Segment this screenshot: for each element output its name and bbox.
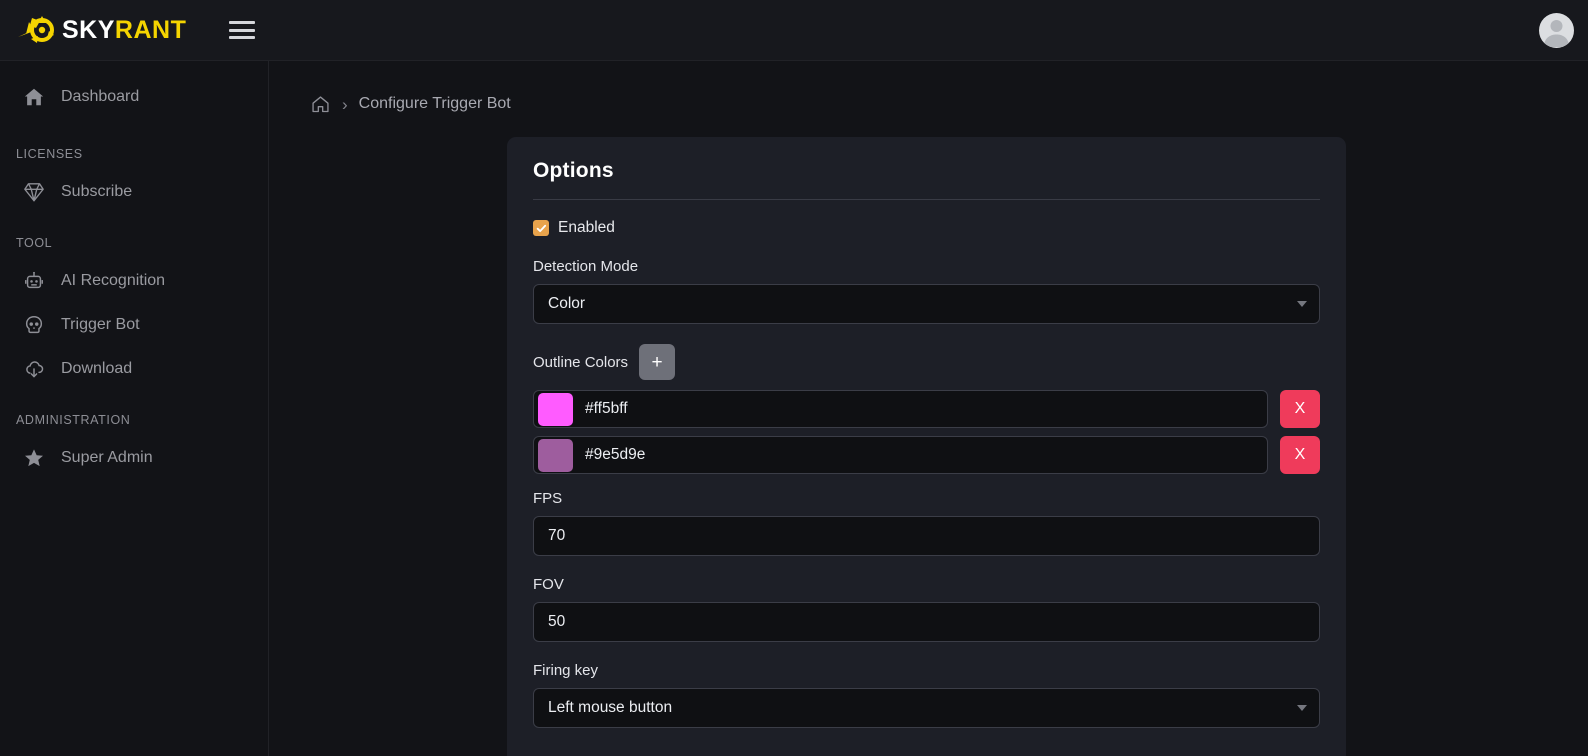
app-root: SKYRANT Dashboard LICENSES — [0, 0, 1588, 756]
sidebar-item-label: Dashboard — [61, 89, 139, 105]
fps-field: FPS 70 — [533, 490, 1320, 556]
check-icon — [536, 223, 547, 234]
sidebar: Dashboard LICENSES Subscribe TOOL — [0, 61, 269, 756]
sidebar-item-label: Download — [61, 361, 132, 377]
outline-colors-list: #ff5bff X #9e5d9e X — [533, 390, 1320, 474]
breadcrumb-separator: › — [342, 96, 348, 113]
avatar[interactable] — [1539, 13, 1574, 48]
sidebar-item-dashboard[interactable]: Dashboard — [0, 75, 268, 119]
add-color-button[interactable]: + — [639, 344, 675, 380]
color-swatch[interactable] — [538, 439, 573, 472]
page-title: Options — [533, 159, 1320, 199]
firing-key-value: Left mouse button — [548, 699, 672, 717]
sidebar-item-subscribe[interactable]: Subscribe — [0, 170, 268, 214]
brand-name-first: SKY — [62, 16, 115, 44]
enabled-checkbox[interactable] — [533, 220, 549, 236]
detection-mode-value: Color — [548, 295, 585, 313]
chevron-down-icon — [1297, 705, 1307, 711]
fov-label: FOV — [533, 576, 1320, 593]
main-content: › Configure Trigger Bot Options Enabled … — [270, 61, 1588, 756]
fps-value: 70 — [548, 527, 565, 545]
options-card: Options Enabled Detection Mode Color Ou — [507, 137, 1346, 756]
firing-key-label: Firing key — [533, 662, 1320, 679]
sidebar-section-licenses: LICENSES — [0, 147, 268, 161]
sidebar-item-label: Trigger Bot — [61, 317, 140, 333]
top-bar: SKYRANT — [0, 0, 1588, 61]
sidebar-section-administration: ADMINISTRATION — [0, 413, 268, 427]
sidebar-item-label: Subscribe — [61, 184, 132, 200]
sidebar-item-label: Super Admin — [61, 450, 153, 466]
color-input-wrapper[interactable]: #9e5d9e — [533, 436, 1268, 474]
detection-mode-label: Detection Mode — [533, 258, 1320, 275]
color-swatch[interactable] — [538, 393, 573, 426]
fps-input[interactable]: 70 — [533, 516, 1320, 556]
home-outline-icon[interactable] — [310, 94, 331, 115]
breadcrumb: › Configure Trigger Bot — [270, 83, 1588, 125]
fov-field: FOV 50 — [533, 576, 1320, 642]
sidebar-section-tool: TOOL — [0, 236, 268, 250]
outline-color-row: #ff5bff X — [533, 390, 1320, 428]
fov-input[interactable]: 50 — [533, 602, 1320, 642]
enabled-checkbox-row[interactable]: Enabled — [533, 219, 1320, 237]
detection-mode-field: Detection Mode Color — [533, 258, 1320, 324]
star-icon — [22, 446, 46, 470]
breadcrumb-current: Configure Trigger Bot — [359, 95, 511, 113]
firing-key-select[interactable]: Left mouse button — [533, 688, 1320, 728]
brand-wordmark: SKYRANT — [62, 16, 186, 45]
user-avatar-icon — [1539, 13, 1574, 48]
sidebar-item-download[interactable]: Download — [0, 347, 268, 391]
sidebar-item-ai-recognition[interactable]: AI Recognition — [0, 259, 268, 303]
brand-logo[interactable]: SKYRANT — [0, 0, 269, 60]
delete-color-button[interactable]: X — [1280, 390, 1320, 428]
outline-colors-header: Outline Colors + — [533, 344, 1320, 380]
fov-value: 50 — [548, 613, 565, 631]
robot-icon — [22, 269, 46, 293]
color-value: #9e5d9e — [585, 446, 645, 464]
fps-label: FPS — [533, 490, 1320, 507]
detection-mode-select[interactable]: Color — [533, 284, 1320, 324]
outline-color-row: #9e5d9e X — [533, 436, 1320, 474]
enabled-label: Enabled — [558, 219, 615, 237]
cloud-download-icon — [22, 357, 46, 381]
skyrant-logo-icon — [16, 13, 58, 47]
diamond-icon — [22, 180, 46, 204]
color-value: #ff5bff — [585, 400, 628, 418]
hamburger-icon[interactable] — [229, 19, 255, 41]
home-icon — [22, 85, 46, 109]
brand-name-second: RANT — [115, 16, 186, 44]
chevron-down-icon — [1297, 301, 1307, 307]
sidebar-item-label: AI Recognition — [61, 273, 165, 289]
delete-color-button[interactable]: X — [1280, 436, 1320, 474]
card-divider — [533, 199, 1320, 200]
color-input-wrapper[interactable]: #ff5bff — [533, 390, 1268, 428]
outline-colors-label: Outline Colors — [533, 354, 628, 371]
sidebar-item-super-admin[interactable]: Super Admin — [0, 436, 268, 480]
firing-key-field: Firing key Left mouse button — [533, 662, 1320, 728]
sidebar-item-trigger-bot[interactable]: Trigger Bot — [0, 303, 268, 347]
skull-icon — [22, 313, 46, 337]
